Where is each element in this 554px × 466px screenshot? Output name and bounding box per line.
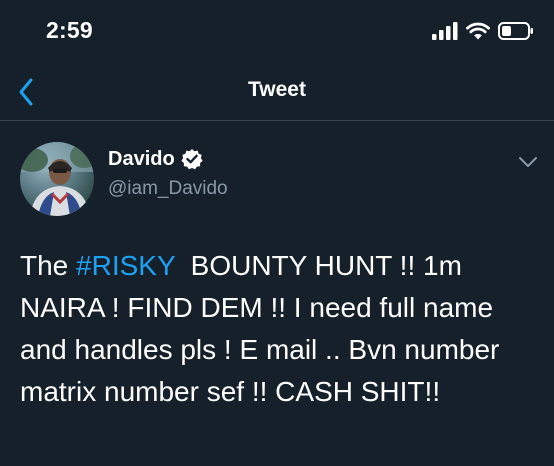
page-title: Tweet bbox=[248, 78, 306, 101]
hashtag-link[interactable]: #RISKY bbox=[76, 250, 175, 281]
tweet-text-line: The #RISKY BOUNTY HUNT !! 1m bbox=[20, 245, 540, 287]
tweet-text-line: matrix number sef !! CASH SHIT!! bbox=[20, 376, 441, 407]
user-handle[interactable]: @iam_Davido bbox=[108, 178, 228, 200]
status-bar: 2:59 bbox=[0, 0, 554, 62]
nav-bar: Tweet bbox=[0, 62, 554, 122]
verified-badge-icon bbox=[181, 149, 203, 170]
tweet-author: Davido @iam_Davido bbox=[108, 146, 228, 200]
battery-icon bbox=[498, 22, 533, 40]
wifi-icon bbox=[466, 22, 490, 40]
avatar[interactable] bbox=[20, 142, 94, 216]
tweet-text-line: and handles pls ! E mail .. Bvn number bbox=[20, 334, 500, 365]
tweet-card: Davido @iam_Davido The #RISKY BOUNTY HUN… bbox=[0, 121, 554, 466]
signal-bars-icon bbox=[432, 22, 458, 40]
chevron-down-icon[interactable] bbox=[518, 155, 538, 169]
avatar-photo bbox=[20, 142, 94, 216]
tweet-text-line: NAIRA ! FIND DEM !! I need full name bbox=[20, 292, 494, 323]
tweet-text: The #RISKY BOUNTY HUNT !! 1m NAIRA ! FIN… bbox=[20, 245, 540, 413]
tweet-text-segment: The bbox=[20, 250, 77, 281]
display-name-row: Davido bbox=[108, 146, 228, 172]
display-name[interactable]: Davido bbox=[108, 148, 175, 171]
tweet-text-segment: BOUNTY HUNT !! 1m bbox=[175, 250, 462, 281]
status-time: 2:59 bbox=[46, 17, 93, 43]
